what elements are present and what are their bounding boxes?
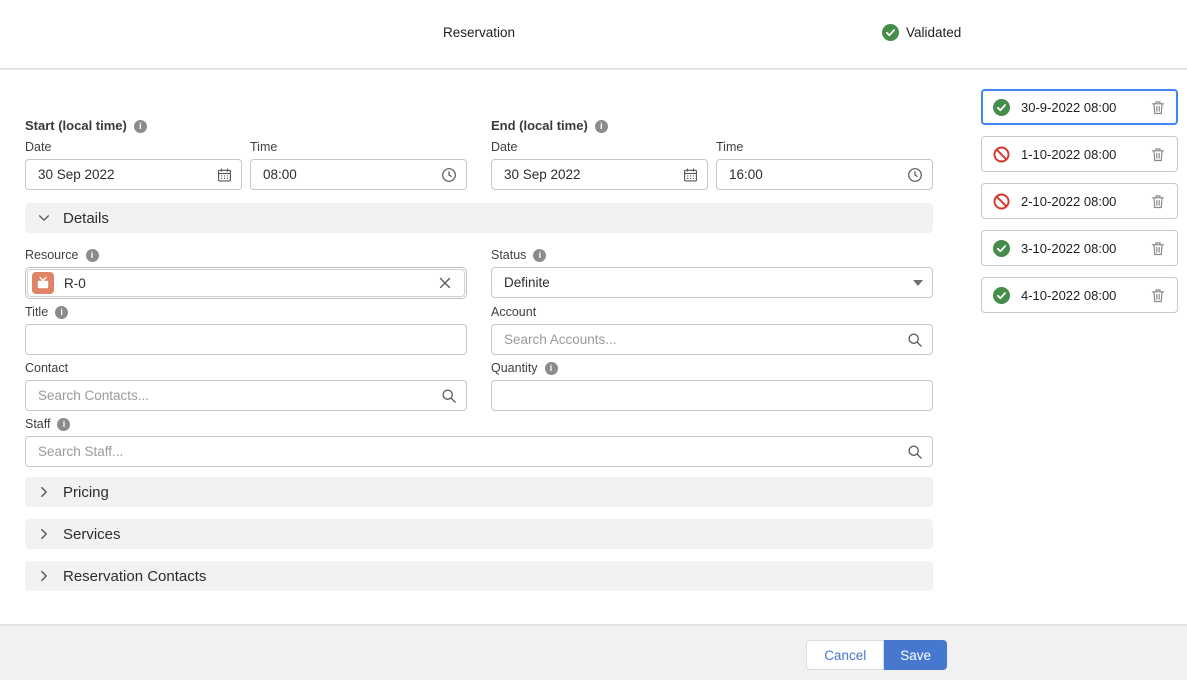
start-group: Start (local time) Date Ti <box>25 118 467 190</box>
occurrence-item[interactable]: 2-10-2022 08:00 <box>981 183 1178 219</box>
start-date-input[interactable] <box>25 159 242 190</box>
reservation-dialog: Reservation Validated Start (local time)… <box>0 0 1187 680</box>
quantity-input[interactable] <box>491 380 933 411</box>
resource-value: R-0 <box>64 276 436 291</box>
trash-icon[interactable] <box>1149 192 1167 211</box>
details-fields: Resource R-0 <box>25 248 933 467</box>
valid-icon <box>993 240 1010 257</box>
trash-icon[interactable] <box>1149 98 1167 117</box>
clock-icon[interactable] <box>907 167 923 183</box>
save-button[interactable]: Save <box>884 640 947 670</box>
account-search-input[interactable] <box>491 324 933 355</box>
datetime-section: Start (local time) Date Ti <box>25 118 933 190</box>
status-label: Status <box>491 248 933 263</box>
search-icon <box>907 332 923 348</box>
section-services-title: Services <box>63 526 121 543</box>
invalid-icon <box>993 146 1010 163</box>
end-date-input[interactable] <box>491 159 708 190</box>
dialog-footer: Cancel Save <box>0 624 1187 680</box>
occurrence-label: 1-10-2022 08:00 <box>1021 147 1149 162</box>
chevron-down-icon <box>37 211 51 225</box>
start-time-label: Time <box>250 140 467 155</box>
cancel-button[interactable]: Cancel <box>806 640 884 670</box>
validated-label: Validated <box>906 25 961 40</box>
contact-label: Contact <box>25 361 467 376</box>
end-time-input[interactable] <box>716 159 933 190</box>
trash-icon[interactable] <box>1149 145 1167 164</box>
occurrence-item[interactable]: 3-10-2022 08:00 <box>981 230 1178 266</box>
end-label: End (local time) <box>491 118 933 134</box>
trash-icon[interactable] <box>1149 286 1167 305</box>
status-value: Definite <box>504 275 550 290</box>
validation-status-badge: Validated <box>882 24 961 41</box>
chevron-right-icon <box>37 569 51 583</box>
clear-icon[interactable] <box>436 274 454 292</box>
end-time-label: Time <box>716 140 933 155</box>
info-icon[interactable] <box>86 249 99 262</box>
quantity-label: Quantity <box>491 361 933 376</box>
start-time-input[interactable] <box>250 159 467 190</box>
info-icon[interactable] <box>57 418 70 431</box>
validated-check-icon <box>882 24 899 41</box>
occurrence-item[interactable]: 30-9-2022 08:00 <box>981 89 1178 125</box>
staff-label: Staff <box>25 417 933 432</box>
resource-tv-icon <box>32 272 54 294</box>
resource-label: Resource <box>25 248 467 263</box>
occurrence-item[interactable]: 1-10-2022 08:00 <box>981 136 1178 172</box>
start-date-label: Date <box>25 140 242 155</box>
info-icon[interactable] <box>134 120 147 133</box>
end-group: End (local time) Date Time <box>491 118 933 190</box>
section-pricing[interactable]: Pricing <box>25 477 933 507</box>
occurrence-label: 4-10-2022 08:00 <box>1021 288 1149 303</box>
search-icon <box>441 388 457 404</box>
section-details-title: Details <box>63 210 109 227</box>
invalid-icon <box>993 193 1010 210</box>
dropdown-caret-icon <box>913 280 923 286</box>
contact-search-input[interactable] <box>25 380 467 411</box>
staff-search-input[interactable] <box>25 436 933 467</box>
valid-icon <box>993 287 1010 304</box>
reservation-form: Start (local time) Date Ti <box>25 118 933 591</box>
section-services[interactable]: Services <box>25 519 933 549</box>
info-icon[interactable] <box>595 120 608 133</box>
clock-icon[interactable] <box>441 167 457 183</box>
occurrence-label: 2-10-2022 08:00 <box>1021 194 1149 209</box>
account-label: Account <box>491 305 933 320</box>
end-date-label: Date <box>491 140 708 155</box>
chevron-right-icon <box>37 527 51 541</box>
occurrence-list: 30-9-2022 08:00 1-10-2022 08:00 <box>981 89 1178 324</box>
resource-field[interactable]: R-0 <box>25 267 467 299</box>
calendar-icon[interactable] <box>217 167 232 182</box>
section-reservation-contacts[interactable]: Reservation Contacts <box>25 561 933 591</box>
trash-icon[interactable] <box>1149 239 1167 258</box>
occurrence-item[interactable]: 4-10-2022 08:00 <box>981 277 1178 313</box>
info-icon[interactable] <box>533 249 546 262</box>
search-icon <box>907 444 923 460</box>
title-label: Title <box>25 305 467 320</box>
start-label: Start (local time) <box>25 118 467 134</box>
title-input[interactable] <box>25 324 467 355</box>
occurrence-label: 30-9-2022 08:00 <box>1021 100 1149 115</box>
chevron-right-icon <box>37 485 51 499</box>
dialog-header: Reservation Validated <box>0 0 1187 70</box>
info-icon[interactable] <box>545 362 558 375</box>
section-reservation-contacts-title: Reservation Contacts <box>63 568 206 585</box>
status-select[interactable]: Definite <box>491 267 933 298</box>
valid-icon <box>993 99 1010 116</box>
page-title: Reservation <box>443 25 515 40</box>
section-details[interactable]: Details <box>25 203 933 233</box>
section-pricing-title: Pricing <box>63 484 109 501</box>
info-icon[interactable] <box>55 306 68 319</box>
occurrence-label: 3-10-2022 08:00 <box>1021 241 1149 256</box>
calendar-icon[interactable] <box>683 167 698 182</box>
